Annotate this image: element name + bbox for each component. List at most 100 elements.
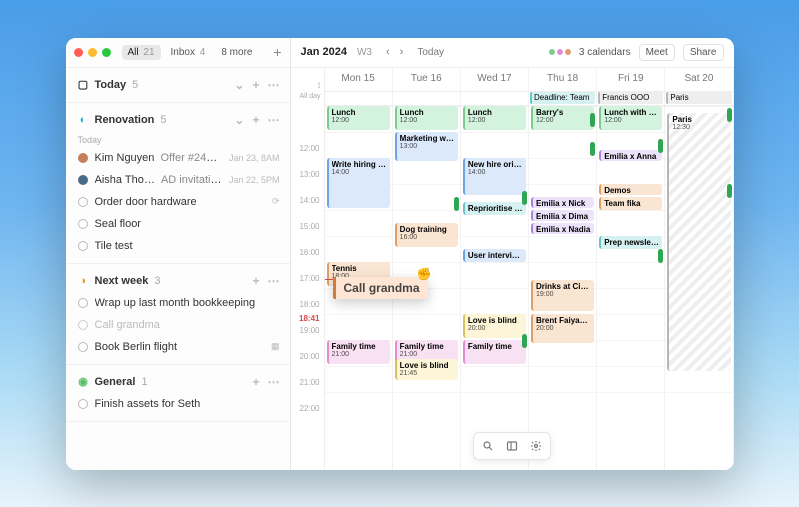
calendar-event[interactable]: Lunch12:00 bbox=[395, 106, 458, 130]
calendar-event[interactable]: Emilia x Dima bbox=[531, 210, 594, 221]
task-check[interactable] bbox=[78, 342, 88, 352]
minimize-window-button[interactable] bbox=[88, 48, 97, 57]
task-item[interactable]: Seal floor bbox=[78, 213, 280, 235]
allday-event[interactable]: Paris bbox=[666, 92, 731, 104]
calendar-event[interactable]: User interviews bbox=[463, 249, 526, 263]
layout-toggle-button[interactable] bbox=[501, 436, 523, 456]
renovation-today-label: Today bbox=[78, 135, 280, 145]
calendar-event[interactable]: Family time bbox=[463, 340, 526, 364]
share-button[interactable]: Share bbox=[683, 44, 724, 61]
app-window: All 21 Inbox 4 8 more + ▢ Today 5 ⌄+⋯ ◐ … bbox=[66, 38, 734, 470]
renovation-add-button[interactable]: + bbox=[252, 113, 259, 127]
day-header: Wed 17 bbox=[461, 68, 529, 91]
calendar: Jan 2024 W3 ‹ › Today 3 calendars Meet S… bbox=[291, 38, 734, 470]
day-column[interactable]: Barry's12:00 Emilia x Nick Emilia x Dima Em… bbox=[529, 106, 597, 470]
task-item[interactable]: Order door hardware⟳ bbox=[78, 191, 280, 213]
settings-button[interactable] bbox=[525, 436, 547, 456]
section-general-header[interactable]: ◉ General 1 +⋯ bbox=[78, 371, 280, 393]
task-check[interactable] bbox=[78, 197, 88, 207]
calendar-event[interactable]: Barry's12:00 bbox=[531, 106, 594, 130]
today-more-button[interactable]: ⋯ bbox=[268, 78, 280, 92]
task-handle[interactable] bbox=[658, 139, 663, 153]
calendar-event[interactable]: Emilia x Anna bbox=[599, 150, 662, 161]
calendar-event[interactable]: Lunch with Eric12:00 bbox=[599, 106, 662, 130]
dragging-task[interactable]: Call grandma ✊ bbox=[333, 277, 428, 299]
task-check[interactable] bbox=[78, 298, 88, 308]
allday-event[interactable]: Deadline: Team bbox=[530, 92, 595, 104]
section-today-header[interactable]: ▢ Today 5 ⌄+⋯ bbox=[78, 74, 280, 96]
task-item[interactable]: Call grandma bbox=[78, 314, 280, 336]
calendar-event[interactable]: Marketing weekly sync13:00 bbox=[395, 132, 458, 161]
maximize-window-button[interactable] bbox=[102, 48, 111, 57]
task-handle[interactable] bbox=[590, 113, 595, 127]
prev-week-button[interactable]: ‹ bbox=[382, 44, 394, 60]
day-column[interactable]: Lunch with Eric12:00 Emilia x Anna Demos Te… bbox=[597, 106, 665, 470]
section-general: ◉ General 1 +⋯ Finish assets for Seth bbox=[66, 365, 290, 422]
renovation-more-button[interactable]: ⋯ bbox=[268, 113, 280, 127]
list-item[interactable]: Kim Nguyen Offer #240124 Jan 23, 8AM bbox=[78, 147, 280, 169]
calendar-event[interactable]: Write hiring criteria14:00 bbox=[327, 158, 390, 208]
task-check[interactable] bbox=[78, 320, 88, 330]
nextweek-icon: ◑ bbox=[78, 275, 89, 286]
task-item[interactable]: Wrap up last month bookkeeping bbox=[78, 292, 280, 314]
general-add-button[interactable]: + bbox=[252, 375, 259, 389]
calendar-event[interactable]: Love is blind21:45 bbox=[395, 359, 458, 380]
task-item[interactable]: Book Berlin flight▦ bbox=[78, 336, 280, 358]
calendar-event[interactable]: Family time21:00 bbox=[327, 340, 390, 364]
nextweek-more-button[interactable]: ⋯ bbox=[268, 274, 280, 288]
calendar-event[interactable]: Team fika bbox=[599, 197, 662, 211]
task-handle[interactable] bbox=[454, 197, 459, 211]
search-button[interactable] bbox=[477, 436, 499, 456]
calendar-event[interactable]: Demos bbox=[599, 184, 662, 195]
calendar-event[interactable]: Prep newsletter bbox=[599, 236, 662, 250]
task-handle[interactable] bbox=[727, 108, 732, 122]
task-check[interactable] bbox=[78, 241, 88, 251]
bottom-toolbar bbox=[473, 432, 551, 460]
general-more-button[interactable]: ⋯ bbox=[268, 375, 280, 389]
calendar-event[interactable]: Emilia x Nadia bbox=[531, 223, 594, 234]
meet-button[interactable]: Meet bbox=[639, 44, 675, 61]
calendar-event[interactable]: New hire orientation14:00 bbox=[463, 158, 526, 195]
renovation-expand-icon[interactable]: ⌄ bbox=[234, 113, 244, 127]
calendar-event[interactable]: Emilia x Nick bbox=[531, 197, 594, 208]
tab-inbox[interactable]: Inbox 4 bbox=[165, 45, 212, 60]
day-column[interactable]: Paris12:30 bbox=[665, 106, 733, 470]
task-handle[interactable] bbox=[727, 184, 732, 198]
tab-all[interactable]: All 21 bbox=[122, 45, 161, 60]
calendar-event[interactable]: Lunch12:00 bbox=[463, 106, 526, 130]
section-renovation-header[interactable]: ◐ Renovation 5 ⌄+⋯ bbox=[78, 109, 280, 131]
task-item[interactable]: Tile test bbox=[78, 235, 280, 257]
task-handle[interactable] bbox=[590, 142, 595, 156]
section-nextweek-header[interactable]: ◑ Next week 3 +⋯ bbox=[78, 270, 280, 292]
today-add-button[interactable]: + bbox=[252, 78, 259, 92]
calendar-event[interactable]: Love is blind20:00 bbox=[463, 314, 526, 338]
nextweek-add-button[interactable]: + bbox=[252, 274, 259, 288]
day-column[interactable]: Lunch12:00 New hire orientation14:00 Repri… bbox=[461, 106, 529, 470]
today-button[interactable]: Today bbox=[417, 47, 444, 58]
close-window-button[interactable] bbox=[74, 48, 83, 57]
section-renovation: ◐ Renovation 5 ⌄+⋯ Today Kim Nguyen Offe… bbox=[66, 103, 290, 264]
sidebar: All 21 Inbox 4 8 more + ▢ Today 5 ⌄+⋯ ◐ … bbox=[66, 38, 291, 470]
task-handle[interactable] bbox=[522, 191, 527, 205]
task-handle[interactable] bbox=[522, 334, 527, 348]
calendar-event[interactable]: Brent Faiyaz w/ Erica20:00 bbox=[531, 314, 594, 343]
calendars-count[interactable]: 3 calendars bbox=[579, 47, 631, 58]
list-item[interactable]: Aisha Tho… AD invitation Jan 22, 5PM bbox=[78, 169, 280, 191]
calendar-event[interactable]: Paris12:30 bbox=[667, 113, 730, 371]
allday-event[interactable]: Francis OOO bbox=[598, 92, 663, 104]
calendar-event[interactable]: Drinks at Ciccio's19:00 bbox=[531, 280, 594, 312]
next-week-button[interactable]: › bbox=[396, 44, 408, 60]
tab-more[interactable]: 8 more bbox=[215, 45, 258, 60]
add-list-button[interactable]: + bbox=[273, 44, 281, 60]
today-expand-icon[interactable]: ⌄ bbox=[234, 78, 244, 92]
allday-row: Deadline: TeamFrancis OOOParis bbox=[325, 92, 734, 106]
calendar-event[interactable]: Dog training16:00 bbox=[395, 223, 458, 247]
calendar-event[interactable]: Reprioritise roll bbox=[463, 202, 526, 216]
calendar-grid[interactable]: ⟟ All day 12:0013:0014:0015:0016:0017:00… bbox=[291, 68, 734, 470]
calendar-event[interactable]: Lunch12:00 bbox=[327, 106, 390, 130]
task-check[interactable] bbox=[78, 219, 88, 229]
allday-label: All day bbox=[291, 92, 324, 106]
task-item[interactable]: Finish assets for Seth bbox=[78, 393, 280, 415]
task-check[interactable] bbox=[78, 399, 88, 409]
task-handle[interactable] bbox=[658, 249, 663, 263]
